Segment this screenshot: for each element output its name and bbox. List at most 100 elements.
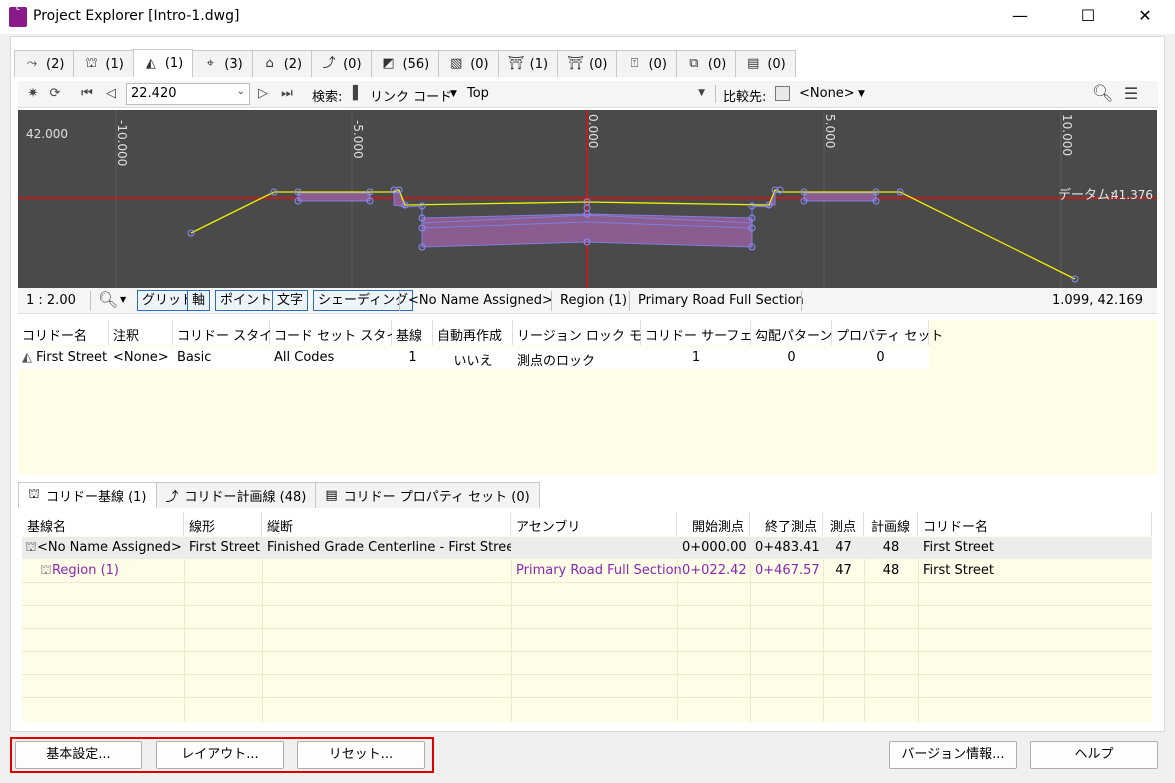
tab-assembly[interactable]: ⌖ (3): [192, 50, 253, 77]
region-name-cell[interactable]: ⛫Region (1): [22, 560, 184, 582]
table-cell[interactable]: All Codes: [270, 347, 392, 369]
table-cell[interactable]: 0+022.42: [677, 560, 750, 582]
table-cell[interactable]: 0: [751, 347, 832, 369]
table-cell[interactable]: 0+467.57: [750, 560, 823, 582]
table-cell[interactable]: 48: [864, 537, 918, 559]
tab-corridor-property-sets[interactable]: ▤ コリドー プロパティ セット (0): [315, 482, 540, 508]
tab-parcel[interactable]: ⍐ (0): [616, 50, 677, 77]
tab-corridor[interactable]: ◭ (1): [132, 49, 194, 77]
settings-button[interactable]: 基本設定...: [15, 741, 142, 769]
column-header[interactable]: 測点: [823, 512, 864, 536]
table-cell[interactable]: First Street: [918, 560, 1152, 582]
column-header[interactable]: コード セット スタイル: [270, 320, 412, 345]
text-toggle-button[interactable]: 文字: [272, 290, 309, 311]
zoom-menu-arrow-icon[interactable]: ▼: [120, 295, 126, 304]
point-toggle-button[interactable]: ポイント: [215, 290, 278, 311]
tab-structure[interactable]: ⛩ (0): [557, 50, 618, 77]
first-station-icon[interactable]: ⏮: [78, 85, 96, 103]
tab-profile[interactable]: ◩ (56): [370, 50, 440, 77]
region-icon: ⛫: [40, 563, 52, 578]
datum-value: 41.376: [1111, 188, 1153, 202]
tab-corridor-feature-lines[interactable]: ⤴ コリドー計画線 (48): [155, 482, 317, 508]
search-mode-dropdown[interactable]: リンク コード: [370, 86, 452, 105]
column-header[interactable]: 基線名: [22, 512, 184, 536]
column-header[interactable]: コリドー サーフェス: [641, 320, 765, 345]
last-station-icon[interactable]: ⏭: [278, 85, 296, 103]
column-header[interactable]: コリドー名: [18, 320, 109, 345]
tab-map[interactable]: ▧ (0): [438, 50, 499, 77]
previous-station-icon[interactable]: ◁: [102, 85, 120, 103]
table-cell[interactable]: 0+000.00: [677, 537, 750, 559]
station-combo[interactable]: 22.420 ⌄: [126, 83, 250, 105]
tab-sample[interactable]: ⧉ (0): [675, 50, 737, 77]
tab-corridor-baselines[interactable]: ⛫ コリドー基線 (1): [18, 482, 157, 508]
maximize-button[interactable]: ☐: [1065, 0, 1111, 34]
reset-button[interactable]: リセット...: [297, 741, 425, 769]
column-header[interactable]: 注釈: [109, 320, 173, 345]
tab-alignment[interactable]: ⤳ (2): [14, 50, 75, 77]
table-cell[interactable]: <None>: [109, 347, 173, 369]
view-options-icon[interactable]: ☰: [1122, 85, 1140, 103]
toolbar-divider: [715, 85, 716, 103]
help-button[interactable]: ヘルプ: [1030, 741, 1158, 769]
search-value-combo[interactable]: Top ▼: [462, 83, 710, 105]
section-viewer[interactable]: 42.000 -10.000 -5.000 0.000 5.000 10.000…: [18, 110, 1157, 288]
table-cell[interactable]: [262, 560, 511, 582]
column-header[interactable]: コリドー スタイル: [173, 320, 285, 345]
row-divider: [22, 628, 1152, 629]
table-cell[interactable]: [511, 537, 677, 559]
table-cell[interactable]: いいえ: [433, 347, 513, 369]
next-station-icon[interactable]: ▷: [254, 85, 272, 103]
column-header[interactable]: アセンブリ: [511, 512, 677, 536]
table-cell[interactable]: Basic: [173, 347, 270, 369]
column-header[interactable]: コリドー名: [918, 512, 1152, 536]
corridor-icon: ◭: [145, 55, 156, 71]
table-cell[interactable]: 測点のロック: [513, 347, 641, 369]
table-cell[interactable]: First Street: [918, 537, 1152, 559]
table-cell[interactable]: [184, 560, 262, 582]
table-cell[interactable]: Primary Road Full Section: [511, 560, 682, 582]
zoom-icon[interactable]: 🔍︎: [98, 290, 118, 309]
zoom-icon[interactable]: 🔍︎: [1092, 85, 1114, 103]
tab-surface[interactable]: ⌂ (2): [251, 50, 313, 77]
table-cell[interactable]: 0: [832, 347, 929, 369]
add-to-selection-icon[interactable]: ✷: [24, 85, 42, 103]
layout-button[interactable]: レイアウト...: [156, 741, 284, 769]
sample-icon: ⧉: [689, 56, 699, 71]
column-header[interactable]: リージョン ロック モード: [513, 320, 668, 345]
minimize-button[interactable]: —: [997, 0, 1043, 34]
baseline-name-cell[interactable]: ⛫<No Name Assigned>: [22, 537, 184, 559]
table-cell[interactable]: 1: [641, 347, 751, 369]
column-header[interactable]: 線形: [184, 512, 262, 536]
compare-arrow-icon[interactable]: ▼: [858, 89, 865, 99]
column-header[interactable]: 自動再作成: [433, 320, 513, 345]
column-header[interactable]: 縦断: [262, 512, 511, 536]
column-header[interactable]: 終了測点: [750, 512, 823, 536]
close-button[interactable]: ✕: [1122, 0, 1168, 34]
table-cell[interactable]: First Street: [184, 537, 262, 559]
tab-sheet[interactable]: ▤ (0): [735, 50, 796, 77]
table-cell[interactable]: 47: [823, 537, 864, 559]
refresh-selection-icon[interactable]: ⟳: [46, 85, 64, 103]
version-info-button[interactable]: バージョン情報...: [889, 741, 1017, 769]
column-header[interactable]: 基線: [392, 320, 433, 345]
axis-toggle-button[interactable]: 軸: [187, 290, 211, 311]
tab-count: (0): [707, 56, 727, 72]
column-header[interactable]: 開始測点: [677, 512, 750, 536]
table-cell[interactable]: 1: [392, 347, 433, 369]
tab-baseline[interactable]: ⛫ (1): [73, 50, 134, 77]
table-cell[interactable]: 47: [823, 560, 864, 582]
tab-pipe[interactable]: ⛩ (1): [497, 50, 559, 77]
tab-featureline[interactable]: ⤴ (0): [311, 50, 372, 77]
corridor-name-cell[interactable]: ◭ First Street: [18, 347, 109, 369]
table-cell[interactable]: Finished Grade Centerline - First Street: [262, 537, 519, 559]
column-header[interactable]: 勾配パターン: [751, 320, 832, 345]
column-header[interactable]: プロパティ セット: [832, 320, 943, 345]
scale-display[interactable]: 1 : 2.00: [26, 293, 76, 308]
app-icon-letter: C: [16, 6, 20, 12]
compare-dropdown[interactable]: <None>: [799, 86, 855, 101]
search-mode-arrow-icon[interactable]: ▼: [450, 89, 457, 99]
table-cell[interactable]: 48: [864, 560, 918, 582]
column-header[interactable]: 計画線: [864, 512, 918, 536]
table-cell[interactable]: 0+483.41: [750, 537, 823, 559]
